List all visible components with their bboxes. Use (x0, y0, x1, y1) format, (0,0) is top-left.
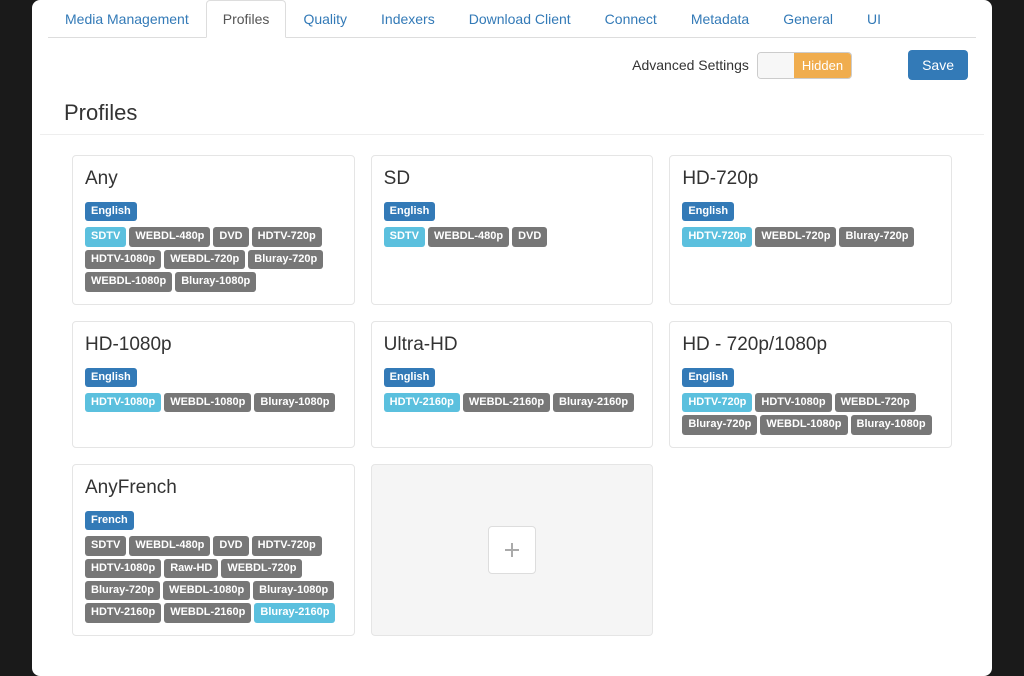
language-badge: French (85, 511, 134, 530)
profile-labels: English HDTV-720pHDTV-1080pWEBDL-720p Blur… (682, 368, 939, 435)
language-badge: English (384, 368, 436, 387)
quality-badge: Bluray-720p (85, 581, 160, 600)
profile-grid: AnyEnglishSDTVWEBDL-480pDVDHDTV-720pHDTV… (32, 135, 992, 656)
quality-badge: Bluray-1080p (175, 272, 256, 291)
profile-name: HD - 720p/1080p (682, 334, 939, 356)
tab-metadata[interactable]: Metadata (674, 0, 766, 38)
profile-labels: French SDTVWEBDL-480pDVDHDTV-720p HDTV-108… (85, 511, 342, 623)
quality-badge: WEBDL-1080p (85, 272, 172, 291)
quality-badge: WEBDL-480p (129, 536, 210, 555)
quality-badge: WEBDL-1080p (760, 415, 847, 434)
quality-badge: WEBDL-480p (428, 227, 509, 246)
profile-name: HD-720p (682, 168, 939, 190)
profile-card[interactable]: SD English SDTVWEBDL-480pDVD (371, 155, 654, 305)
quality-badge: Bluray-1080p (254, 393, 335, 412)
cutoff-badge: HDTV-1080p (85, 393, 161, 412)
quality-badge: WEBDL-480p (129, 227, 210, 246)
tab-media-management[interactable]: Media Management (48, 0, 206, 38)
profile-labels: English SDTVWEBDL-480pDVD (384, 202, 641, 247)
quality-badge: WEBDL-720p (221, 559, 302, 578)
language-badge: English (682, 368, 734, 387)
profile-labels: English HDTV-720pWEBDL-720pBluray-720p (682, 202, 939, 247)
settings-tabs: Media Management Profiles Quality Indexe… (48, 0, 976, 38)
quality-badge: Raw-HD (164, 559, 218, 578)
cutoff-badge: SDTV (384, 227, 425, 246)
profile-name: AnyFrench (85, 477, 342, 499)
tab-general[interactable]: General (766, 0, 850, 38)
profile-card[interactable]: Any English SDTVWEBDL-480pDVDHDTV-720p HDTV… (72, 155, 355, 305)
quality-badge: HDTV-720p (252, 536, 322, 555)
tab-ui[interactable]: UI (850, 0, 898, 38)
quality-badge: Bluray-1080p (253, 581, 334, 600)
profile-name: HD-1080p (85, 334, 342, 356)
save-button[interactable]: Save (908, 50, 968, 80)
quality-badge: HDTV-2160p (85, 603, 161, 622)
toggle-state-label: Hidden (794, 53, 851, 78)
quality-badge: DVD (512, 227, 547, 246)
quality-badge: Bluray-1080p (851, 415, 932, 434)
quality-badge: WEBDL-720p (755, 227, 836, 246)
language-badge: English (85, 202, 137, 221)
profile-card[interactable]: HD-720p English HDTV-720pWEBDL-720pBluray-… (669, 155, 952, 305)
quality-badge: WEBDL-2160p (463, 393, 550, 412)
quality-badge: WEBDL-720p (835, 393, 916, 412)
language-badge: English (682, 202, 734, 221)
tab-connect[interactable]: Connect (588, 0, 674, 38)
profile-card[interactable]: HD - 720p/1080p English HDTV-720pHDTV-1080… (669, 321, 952, 448)
advanced-settings-label: Advanced Settings (632, 57, 749, 73)
quality-badge: Bluray-720p (839, 227, 914, 246)
add-profile-card[interactable] (371, 464, 654, 636)
quality-badge: WEBDL-1080p (164, 393, 251, 412)
quality-badge: DVD (213, 536, 248, 555)
profile-name: SD (384, 168, 641, 190)
cutoff-badge: HDTV-720p (682, 393, 752, 412)
profile-name: Ultra-HD (384, 334, 641, 356)
advanced-settings-toggle[interactable]: Hidden (757, 52, 852, 79)
tab-profiles[interactable]: Profiles (206, 0, 287, 38)
profile-labels: English HDTV-1080pWEBDL-1080pBluray-1080p (85, 368, 342, 413)
profile-name: Any (85, 168, 342, 190)
quality-badge: HDTV-720p (252, 227, 322, 246)
profile-labels: English HDTV-2160pWEBDL-2160pBluray-2160p (384, 368, 641, 413)
profile-card[interactable]: AnyFrench French SDTVWEBDL-480pDVDHDTV-720… (72, 464, 355, 636)
cutoff-badge: HDTV-720p (682, 227, 752, 246)
quality-badge: HDTV-1080p (85, 559, 161, 578)
quality-badge: Bluray-720p (682, 415, 757, 434)
cutoff-badge: HDTV-2160p (384, 393, 460, 412)
page-title: Profiles (40, 80, 984, 135)
quality-badge: HDTV-1080p (755, 393, 831, 412)
quality-badge: DVD (213, 227, 248, 246)
quality-badge: HDTV-1080p (85, 250, 161, 269)
quality-badge: WEBDL-1080p (163, 581, 250, 600)
tab-quality[interactable]: Quality (286, 0, 364, 38)
cutoff-badge: SDTV (85, 227, 126, 246)
cutoff-badge: Bluray-2160p (254, 603, 335, 622)
profile-card[interactable]: HD-1080p English HDTV-1080pWEBDL-1080pBlur… (72, 321, 355, 448)
quality-badge: SDTV (85, 536, 126, 555)
language-badge: English (384, 202, 436, 221)
quality-badge: WEBDL-720p (164, 250, 245, 269)
quality-badge: WEBDL-2160p (164, 603, 251, 622)
quality-badge: Bluray-2160p (553, 393, 634, 412)
tab-indexers[interactable]: Indexers (364, 0, 452, 38)
quality-badge: Bluray-720p (248, 250, 323, 269)
plus-icon (488, 526, 536, 574)
profile-labels: English SDTVWEBDL-480pDVDHDTV-720p HDTV-10… (85, 202, 342, 292)
tab-download-client[interactable]: Download Client (452, 0, 588, 38)
profile-card[interactable]: Ultra-HD English HDTV-2160pWEBDL-2160pBlur… (371, 321, 654, 448)
language-badge: English (85, 368, 137, 387)
